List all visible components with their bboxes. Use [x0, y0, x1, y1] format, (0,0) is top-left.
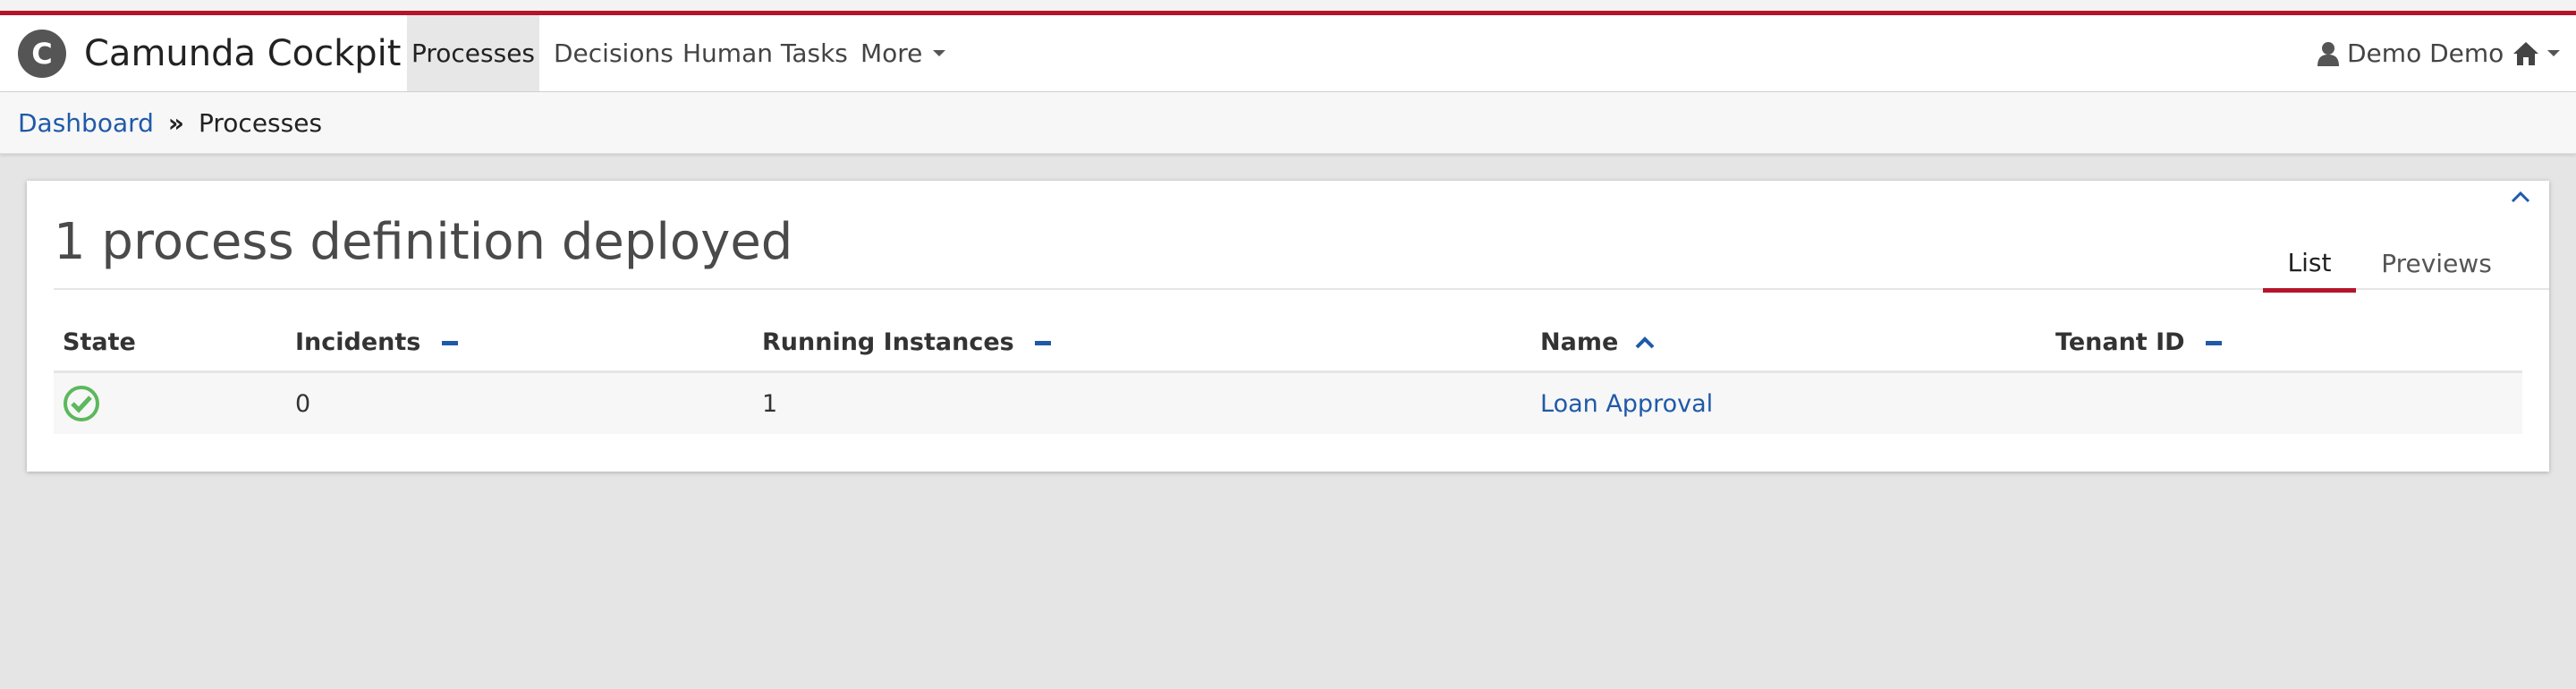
cell-state [54, 371, 286, 434]
table-row: 0 1 Loan Approval [54, 371, 2522, 434]
breadcrumb-current: Processes [199, 107, 323, 138]
column-label: Incidents [295, 327, 421, 356]
column-label: Tenant ID [2055, 327, 2185, 356]
column-label: Running Instances [762, 327, 1014, 356]
breadcrumb: Dashboard » Processes [0, 92, 2576, 154]
column-header-incidents[interactable]: Incidents [286, 313, 753, 373]
caret-down-icon [933, 50, 946, 56]
column-header-running-instances[interactable]: Running Instances [753, 313, 1531, 373]
check-circle-icon [64, 386, 99, 421]
cell-running-instances: 1 [753, 371, 1531, 434]
tab-label: List [2287, 247, 2332, 277]
user-name: Demo Demo [2347, 38, 2504, 68]
tab-list[interactable]: List [2263, 236, 2356, 293]
top-navbar: C Camunda Cockpit Processes Decisions Hu… [0, 15, 2576, 92]
sort-none-icon[interactable] [441, 340, 458, 345]
nav-item-label: Processes [411, 38, 536, 68]
home-icon [2513, 41, 2538, 65]
chevron-up-icon [2511, 191, 2530, 203]
processes-panel: 1 process definition deployed List Previ… [27, 181, 2549, 472]
column-label: Name [1540, 327, 1619, 356]
page-title: 1 process definition deployed [54, 213, 793, 271]
tab-previews[interactable]: Previews [2379, 236, 2494, 290]
caret-down-icon [2547, 50, 2560, 56]
sort-none-icon[interactable] [1035, 340, 1052, 345]
collapse-button[interactable] [2510, 190, 2531, 208]
tab-label: Previews [2381, 248, 2492, 278]
camunda-logo-icon: C [18, 30, 66, 78]
tabs-divider [54, 288, 2549, 290]
nav-item-label: More [860, 38, 923, 68]
breadcrumb-separator: » [167, 107, 185, 138]
cell-tenant-id [2046, 371, 2522, 434]
cell-name: Loan Approval [1531, 371, 2046, 434]
table-header-row: State Incidents Running Instances Name T… [54, 313, 2522, 373]
app-title: Camunda Cockpit [84, 33, 402, 74]
column-header-name[interactable]: Name [1531, 313, 2046, 373]
column-header-state[interactable]: State [54, 313, 286, 373]
nav-item-more-dropdown[interactable]: More [860, 15, 946, 91]
sort-none-icon[interactable] [2205, 340, 2222, 345]
nav-item-label: Human Tasks [682, 38, 848, 68]
cell-incidents: 0 [286, 371, 753, 434]
nav-item-human-tasks[interactable]: Human Tasks [682, 15, 848, 91]
nav-item-processes[interactable]: Processes [407, 15, 539, 91]
process-definitions-table: State Incidents Running Instances Name T… [54, 313, 2522, 434]
nav-item-label: Decisions [554, 38, 674, 68]
user-menu[interactable]: Demo Demo [2317, 15, 2504, 91]
process-name-link[interactable]: Loan Approval [1540, 390, 1713, 418]
home-menu[interactable] [2512, 15, 2560, 91]
column-header-tenant-id[interactable]: Tenant ID [2046, 313, 2522, 373]
user-icon [2318, 41, 2339, 66]
nav-item-decisions[interactable]: Decisions [554, 15, 674, 91]
brand[interactable]: C Camunda Cockpit [18, 30, 402, 78]
sort-ascending-icon[interactable] [1634, 336, 1656, 350]
breadcrumb-dashboard-link[interactable]: Dashboard [18, 108, 154, 138]
column-label: State [63, 327, 136, 356]
